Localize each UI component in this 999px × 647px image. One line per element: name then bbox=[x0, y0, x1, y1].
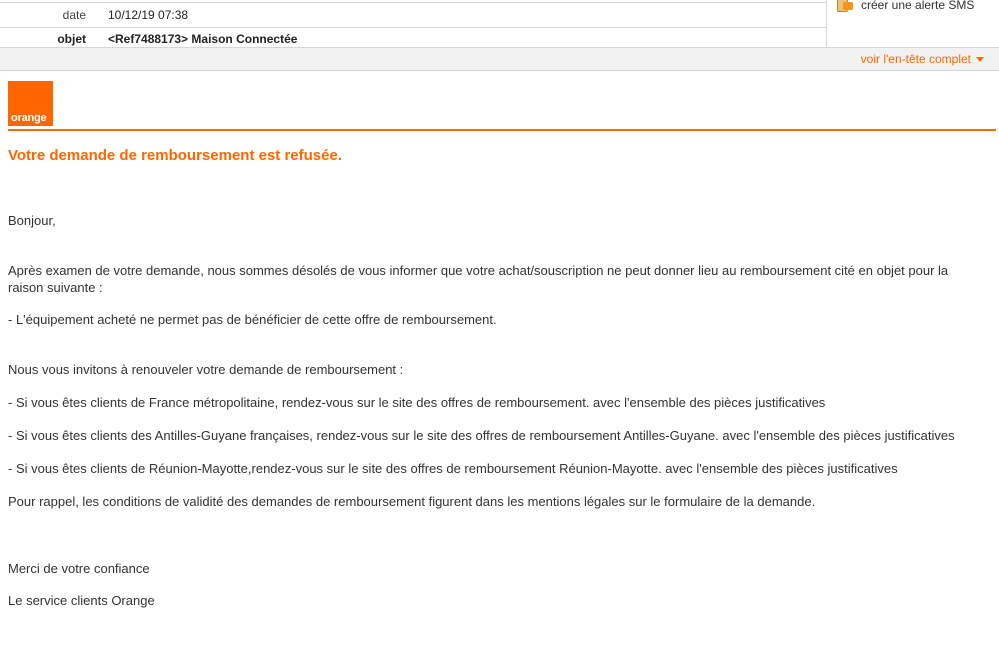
email-view: date 10/12/19 07:38 objet <Ref7488173> M… bbox=[0, 0, 999, 647]
signature: Le service clients Orange bbox=[8, 593, 155, 608]
greeting: Bonjour, bbox=[8, 213, 56, 228]
header-side-panel: créer une alerte SMS bbox=[826, 0, 999, 47]
refusal-reason: - L'équipement acheté ne permet pas de b… bbox=[8, 312, 497, 327]
create-sms-alert-button[interactable]: créer une alerte SMS bbox=[837, 0, 974, 12]
message-header: date 10/12/19 07:38 objet <Ref7488173> M… bbox=[0, 0, 826, 50]
chevron-down-icon bbox=[976, 56, 984, 62]
date-value: 10/12/19 07:38 bbox=[108, 8, 189, 22]
orange-logo: orange bbox=[8, 81, 53, 126]
thanks: Merci de votre confiance bbox=[8, 561, 150, 576]
option-antilles-guyane: - Si vous êtes clients des Antilles-Guya… bbox=[8, 428, 955, 443]
date-label: date bbox=[62, 8, 86, 22]
full-header-bar: voir l'en-tête complet bbox=[0, 48, 999, 71]
logo-text: orange bbox=[11, 112, 47, 124]
reminder: Pour rappel, les conditions de validité … bbox=[8, 494, 816, 509]
sms-alert-icon bbox=[837, 0, 853, 12]
option-reunion-mayotte: - Si vous êtes clients de Réunion-Mayott… bbox=[8, 461, 898, 476]
subject-label: objet bbox=[57, 32, 86, 46]
email-title: Votre demande de remboursement est refus… bbox=[8, 147, 342, 164]
view-full-header-label: voir l'en-tête complet bbox=[860, 52, 971, 66]
subject-value: <Ref7488173> Maison Connectée bbox=[108, 32, 298, 46]
paragraph-examination: Après examen de votre demande, nous somm… bbox=[8, 263, 949, 295]
invitation: Nous vous invitons à renouveler votre de… bbox=[8, 362, 404, 377]
view-full-header-link[interactable]: voir l'en-tête complet bbox=[861, 52, 984, 66]
sms-alert-label: créer une alerte SMS bbox=[861, 0, 975, 12]
date-row: date 10/12/19 07:38 bbox=[0, 2, 826, 27]
brand-divider bbox=[8, 129, 996, 131]
option-metropole: - Si vous êtes clients de France métropo… bbox=[8, 395, 826, 410]
